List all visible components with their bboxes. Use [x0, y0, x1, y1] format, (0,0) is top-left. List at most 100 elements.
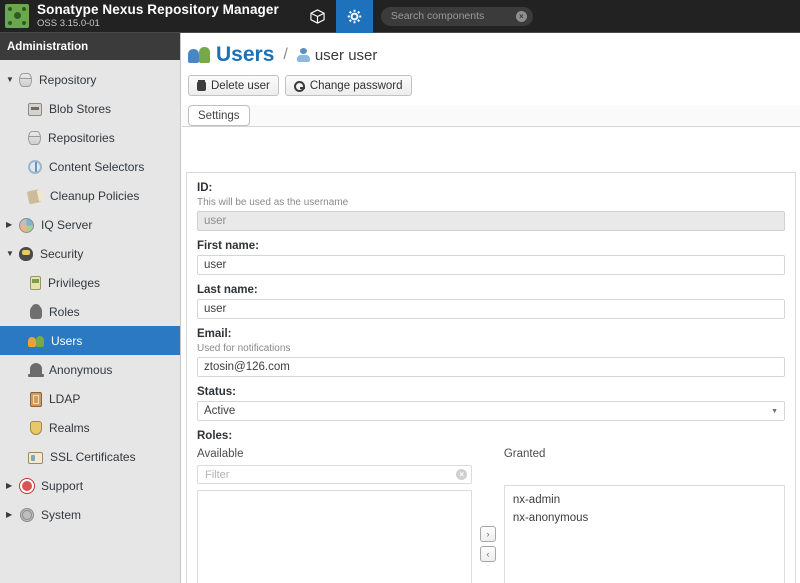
change-password-button[interactable]: Change password	[284, 75, 412, 96]
user-settings-panel: ID: This will be used as the username us…	[186, 172, 796, 583]
id-value: user	[204, 215, 227, 227]
action-button-bar: Delete user Change password	[182, 67, 800, 96]
chevron-right-icon[interactable]: ▶	[6, 481, 19, 490]
sidebar-item-label: Content Selectors	[49, 159, 145, 174]
filter-clear-icon[interactable]: ×	[456, 469, 468, 480]
user-icon	[296, 48, 310, 62]
sidebar-item-ssl-certificates[interactable]: SSL Certificates	[0, 442, 180, 471]
selector-icon	[28, 160, 42, 174]
users-icon	[28, 335, 44, 349]
sidebar-item-content-selectors[interactable]: Content Selectors	[0, 152, 180, 181]
database-icon	[28, 131, 41, 145]
sidebar-item-anonymous[interactable]: Anonymous	[0, 355, 180, 384]
sidebar-item-label: Privileges	[48, 275, 101, 290]
trash-icon	[197, 80, 206, 91]
sidebar-item-users[interactable]: Users	[0, 326, 180, 355]
anonymous-icon	[28, 363, 44, 377]
sidebar-item-label: Cleanup Policies	[50, 188, 140, 203]
status-select[interactable]: Active ▼	[197, 401, 785, 421]
id-field: user	[197, 211, 785, 231]
sidebar-item-label: Anonymous	[49, 362, 113, 377]
chevron-down-icon[interactable]: ▼	[6, 75, 19, 84]
sidebar-item-repositories[interactable]: Repositories	[0, 123, 180, 152]
sidebar-item-blob-stores[interactable]: Blob Stores	[0, 94, 180, 123]
move-left-button[interactable]: ‹	[480, 546, 497, 562]
first-name-label: First name:	[197, 240, 259, 252]
last-name-field[interactable]: user	[197, 299, 785, 319]
sidebar-item-label: Support	[41, 478, 84, 493]
status-value: Active	[204, 405, 236, 417]
database-icon	[19, 73, 32, 87]
id-hint: This will be used as the username	[197, 197, 349, 208]
sidebar-item-realms[interactable]: Realms	[0, 413, 180, 442]
last-name-label: Last name:	[197, 284, 258, 296]
granted-header: Granted	[503, 448, 546, 460]
status-label: Status:	[197, 386, 236, 398]
granted-roles-column: Granted nx-admin nx-anonymous	[503, 448, 785, 583]
chevron-right-icon[interactable]: ▶	[6, 510, 19, 519]
ssl-icon	[28, 451, 43, 464]
sidebar-item-roles[interactable]: Roles	[0, 297, 180, 326]
sidebar-item-privileges[interactable]: Privileges	[0, 268, 180, 297]
chevron-right-icon[interactable]: ▶	[6, 220, 19, 229]
available-filter-placeholder: Filter	[205, 468, 230, 481]
nexus-logo-icon	[5, 4, 29, 28]
browse-cube-icon[interactable]	[299, 0, 336, 33]
roles-label: Roles:	[197, 430, 233, 442]
email-value: ztosin@126.com	[204, 361, 290, 373]
broom-icon	[26, 188, 45, 205]
administration-sidebar: Administration ▼ Repository Blob Stores Rep…	[0, 33, 181, 583]
sidebar-item-label: IQ Server	[41, 217, 93, 232]
sidebar-item-support[interactable]: ▶ Support	[0, 471, 180, 500]
sidebar-item-label: Security	[40, 246, 84, 261]
sidebar-item-repository[interactable]: ▼ Repository	[0, 65, 180, 94]
system-icon	[20, 508, 34, 522]
available-roles-list[interactable]	[197, 490, 473, 583]
chevron-down-icon[interactable]: ▼	[6, 249, 19, 258]
move-right-button[interactable]: ›	[480, 526, 497, 542]
main-content: Users / user user Delete user Change pas…	[182, 33, 800, 583]
sidebar-item-label: SSL Certificates	[50, 449, 136, 464]
sidebar-item-cleanup-policies[interactable]: Cleanup Policies	[0, 181, 180, 210]
breadcrumb-root-link[interactable]: Users	[216, 43, 274, 67]
brand-text: Sonatype Nexus Repository Manager OSS 3.…	[37, 2, 279, 29]
sidebar-item-label: Realms	[49, 420, 90, 435]
sidebar-item-system[interactable]: ▶ System	[0, 500, 180, 529]
sidebar-item-label: Users	[51, 333, 83, 348]
delete-user-button[interactable]: Delete user	[188, 75, 279, 96]
nexus-repository-manager-app: Sonatype Nexus Repository Manager OSS 3.…	[0, 0, 800, 583]
last-name-value: user	[204, 303, 227, 315]
shield-icon	[19, 247, 33, 261]
email-label: Email:	[197, 328, 232, 340]
breadcrumb-current: user user	[314, 46, 378, 64]
sidebar-item-label: Repositories	[48, 130, 115, 145]
id-label: ID:	[197, 182, 213, 194]
available-roles-column: Available Filter ×	[197, 448, 473, 583]
roles-transfer-widget: Available Filter × › ‹ Granted nx-admin n…	[197, 448, 785, 583]
top-nav-icons	[299, 0, 373, 33]
sidebar-item-security[interactable]: ▼ Security	[0, 239, 180, 268]
administration-gear-icon[interactable]	[335, 0, 373, 33]
search-placeholder: Search components	[390, 10, 485, 22]
delete-user-label: Delete user	[211, 79, 270, 92]
search-clear-icon[interactable]: ×	[515, 10, 527, 22]
change-password-label: Change password	[309, 79, 403, 92]
sidebar-item-iq-server[interactable]: ▶ IQ Server	[0, 210, 180, 239]
first-name-value: user	[204, 259, 227, 271]
available-filter-input[interactable]: Filter ×	[197, 465, 473, 484]
granted-roles-list[interactable]: nx-admin nx-anonymous	[503, 485, 785, 583]
role-icon	[30, 304, 42, 319]
search-components-input[interactable]: Search components ×	[380, 6, 533, 26]
available-header: Available	[197, 448, 244, 460]
list-item[interactable]: nx-admin	[505, 491, 784, 509]
list-item[interactable]: nx-anonymous	[505, 509, 784, 527]
iq-icon	[19, 217, 34, 233]
tab-settings[interactable]: Settings	[188, 105, 250, 126]
email-field[interactable]: ztosin@126.com	[197, 357, 785, 377]
privilege-icon	[30, 276, 41, 290]
sidebar-item-label: LDAP	[49, 391, 81, 406]
transfer-buttons: › ‹	[472, 448, 504, 562]
realm-icon	[30, 421, 42, 435]
first-name-field[interactable]: user	[197, 255, 785, 275]
sidebar-item-ldap[interactable]: LDAP	[0, 384, 180, 413]
